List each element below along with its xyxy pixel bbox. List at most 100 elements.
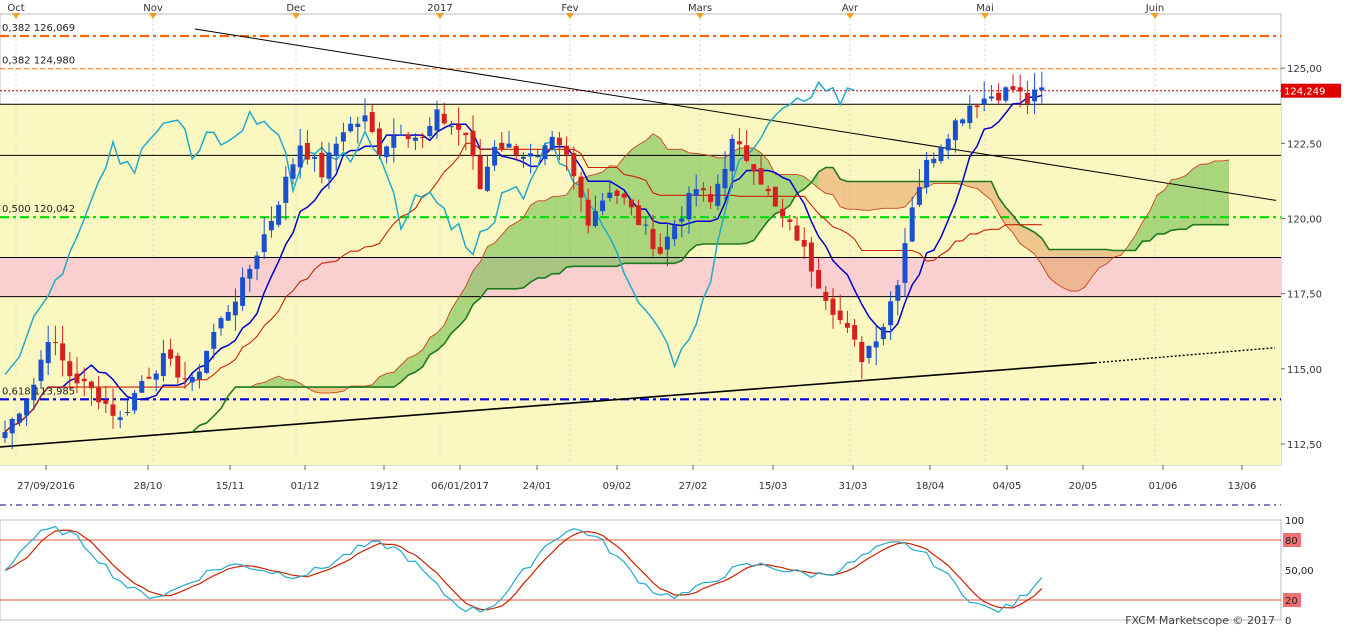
candle-up [225, 311, 231, 321]
candle-up [722, 168, 728, 189]
candle-up [607, 192, 613, 199]
candle-down [794, 225, 800, 241]
kumo-cloud-segment [1207, 160, 1215, 225]
date-tick-label: 20/05 [1069, 481, 1098, 492]
candle-up [153, 373, 159, 380]
date-tick-label: 15/11 [216, 481, 245, 492]
candle-up [902, 243, 908, 283]
candle-up [362, 115, 368, 122]
candle-down [765, 188, 771, 192]
candle-up [1032, 89, 1038, 102]
kumo-cloud-segment [696, 153, 704, 246]
candle-up [398, 134, 404, 136]
kumo-cloud-segment [1157, 190, 1165, 234]
month-label: 2017 [427, 3, 452, 14]
candle-down [60, 343, 66, 361]
candle-down [700, 188, 706, 191]
date-tick-label: 01/12 [291, 481, 320, 492]
candle-down [571, 153, 577, 177]
candle-up [139, 381, 145, 393]
kumo-cloud-segment [545, 196, 553, 278]
fib-label: 0,382 126,069 [2, 23, 75, 34]
candle-up [888, 301, 894, 326]
candle-up [938, 147, 944, 162]
month-label: Fev [561, 3, 578, 14]
candle-up [340, 132, 346, 142]
candle-down [823, 291, 829, 301]
kumo-cloud-segment [638, 140, 646, 264]
kumo-cloud-segment [840, 179, 848, 210]
candle-up [348, 123, 354, 132]
candle-up [38, 359, 44, 382]
candle-up [693, 189, 699, 197]
candle-down [852, 325, 858, 340]
candle-up [132, 392, 138, 411]
candle-up [297, 145, 303, 168]
candle-down [304, 142, 310, 160]
candle-down [81, 378, 87, 382]
candle-down [816, 270, 822, 289]
candle-down [369, 112, 375, 132]
candle-down [636, 205, 642, 225]
oscillator-tick-label: 20 [1285, 596, 1298, 607]
candle-up [520, 156, 526, 159]
candle-up [880, 327, 886, 340]
candle-down [67, 361, 73, 377]
date-tick-label: 01/06 [1149, 481, 1178, 492]
candle-up [391, 136, 397, 148]
kumo-cloud-segment [854, 181, 862, 211]
kumo-cloud-segment [487, 242, 495, 289]
candle-down [650, 228, 656, 249]
kumo-cloud-segment [1214, 160, 1222, 225]
candle-down [556, 137, 562, 146]
candle-up [268, 221, 274, 231]
date-tick-label: 24/01 [523, 481, 552, 492]
candle-up [232, 301, 238, 316]
candle-up [535, 155, 541, 158]
price-chart[interactable]: 0,382 126,069 0,382 124,980 0,500 120,042 0… [0, 0, 1349, 628]
candle-down [470, 130, 476, 157]
kumo-cloud-segment [876, 181, 884, 210]
candle-up [312, 156, 318, 159]
candle-down [808, 242, 814, 272]
candle-up [448, 126, 454, 128]
date-tick-label: 13/06 [1228, 481, 1257, 492]
price-tick-label: 117,50 [1287, 290, 1322, 301]
kumo-cloud-segment [285, 379, 293, 388]
candle-up [686, 193, 692, 220]
kumo-cloud-segment [674, 149, 682, 264]
date-tick-label: 27/09/2016 [17, 481, 75, 492]
candle-down [146, 376, 152, 379]
watermark: FXCM Marketscope © 2017 [1125, 614, 1275, 627]
price-tick-label: 120,00 [1287, 214, 1322, 225]
candle-down [801, 239, 807, 247]
candle-up [204, 350, 210, 373]
candle-up [254, 255, 260, 269]
fib-label: 0,382 124,980 [2, 56, 75, 67]
chart-svg[interactable]: 0,382 126,069 0,382 124,980 0,500 120,042 0… [0, 0, 1349, 628]
kumo-cloud-segment [1077, 249, 1085, 292]
candle-down [844, 323, 850, 328]
candle-down [1017, 87, 1023, 92]
candle-down [578, 176, 584, 198]
candle-up [124, 412, 130, 414]
kumo-cloud-segment [761, 152, 769, 231]
candle-up [333, 143, 339, 156]
kumo-cloud-segment [530, 200, 538, 283]
candle-up [873, 341, 879, 348]
candle-down [736, 141, 742, 145]
candle-up [384, 146, 390, 158]
candle-up [592, 211, 598, 226]
month-label: Oct [7, 3, 24, 14]
candle-up [24, 399, 30, 416]
current-price-label: 124,249 [1284, 87, 1325, 98]
date-tick-label: 04/05 [993, 481, 1022, 492]
month-label: Juin [1145, 3, 1164, 14]
candle-up [427, 126, 433, 137]
candle-down [168, 349, 174, 359]
fib-label: 0,618 113,985 [2, 386, 75, 397]
candle-up [528, 153, 534, 157]
kumo-cloud-segment [1185, 168, 1193, 230]
candle-up [484, 166, 490, 191]
candle-down [405, 134, 411, 140]
